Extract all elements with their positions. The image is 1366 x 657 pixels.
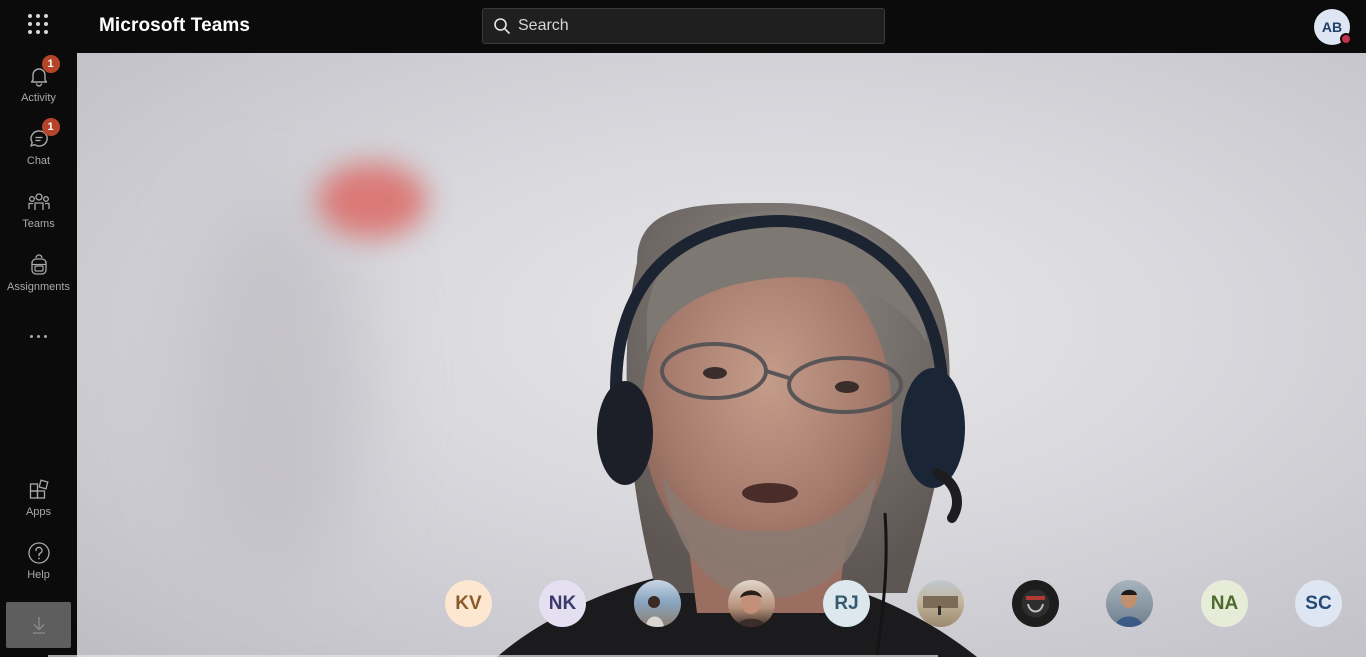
rail-item-apps[interactable]: Apps: [0, 469, 77, 529]
rail-item-label: Activity: [21, 92, 56, 104]
participant-initials: SC: [1305, 592, 1332, 614]
help-icon: [27, 542, 50, 564]
rail-item-chat[interactable]: 1 Chat: [0, 118, 77, 178]
rail-item-teams[interactable]: Teams: [0, 181, 77, 241]
download-button[interactable]: [6, 602, 71, 648]
participant-photo: [1021, 589, 1050, 618]
participant-photo: [923, 596, 958, 615]
participant-avatar[interactable]: NA: [1201, 580, 1248, 627]
participant-avatar[interactable]: SC: [1295, 580, 1342, 627]
participant-initials: KV: [455, 592, 482, 614]
participant-photo: [1115, 589, 1143, 627]
participant-initials: RJ: [834, 592, 859, 614]
video-stage[interactable]: [77, 53, 1366, 657]
teams-icon: [27, 193, 50, 210]
app-title: Microsoft Teams: [99, 15, 251, 36]
presence-status-icon: [1340, 33, 1352, 45]
participant-photo: [736, 590, 766, 627]
app-bar: 1 Activity 1 Chat Teams Assignments Apps…: [0, 53, 77, 657]
participant-photo-avatar[interactable]: [728, 580, 775, 627]
rail-item-label: Teams: [22, 218, 55, 230]
participant-initials: NK: [548, 592, 577, 614]
participant-photo-avatar[interactable]: [917, 580, 964, 627]
user-initials: AB: [1321, 19, 1343, 35]
participant-initials: NA: [1210, 592, 1239, 614]
rail-item-label: Assignments: [7, 281, 70, 293]
participant-video-feed: [497, 203, 977, 657]
participant-photo-avatar[interactable]: [1012, 580, 1059, 627]
top-bar: Microsoft Teams Search AB: [0, 0, 1366, 53]
apps-icon: [29, 479, 49, 499]
chat-badge: 1: [41, 118, 60, 136]
participant-avatar[interactable]: KV: [445, 580, 492, 627]
participant-photo-avatar[interactable]: [1106, 580, 1153, 627]
participant-photo: [646, 596, 664, 627]
more-apps-icon[interactable]: [0, 323, 77, 349]
rail-item-help[interactable]: Help: [0, 532, 77, 592]
download-icon: [32, 617, 45, 634]
backpack-icon: [30, 254, 47, 275]
rail-item-activity[interactable]: 1 Activity: [0, 55, 77, 115]
search-icon: [494, 18, 510, 34]
app-launcher-icon[interactable]: [26, 13, 50, 35]
user-avatar[interactable]: AB: [1314, 9, 1352, 45]
activity-badge: 1: [41, 55, 60, 73]
search-placeholder: Search: [518, 17, 569, 34]
participant-avatar[interactable]: NK: [539, 580, 586, 627]
rail-item-label: Apps: [25, 506, 52, 518]
rail-item-assignments[interactable]: Assignments: [0, 244, 77, 304]
rail-item-label: Help: [27, 569, 50, 581]
participant-avatar[interactable]: RJ: [823, 580, 870, 627]
rail-item-label: Chat: [26, 155, 51, 167]
participant-photo-avatar[interactable]: [634, 580, 681, 627]
search-input[interactable]: Search: [482, 8, 885, 44]
